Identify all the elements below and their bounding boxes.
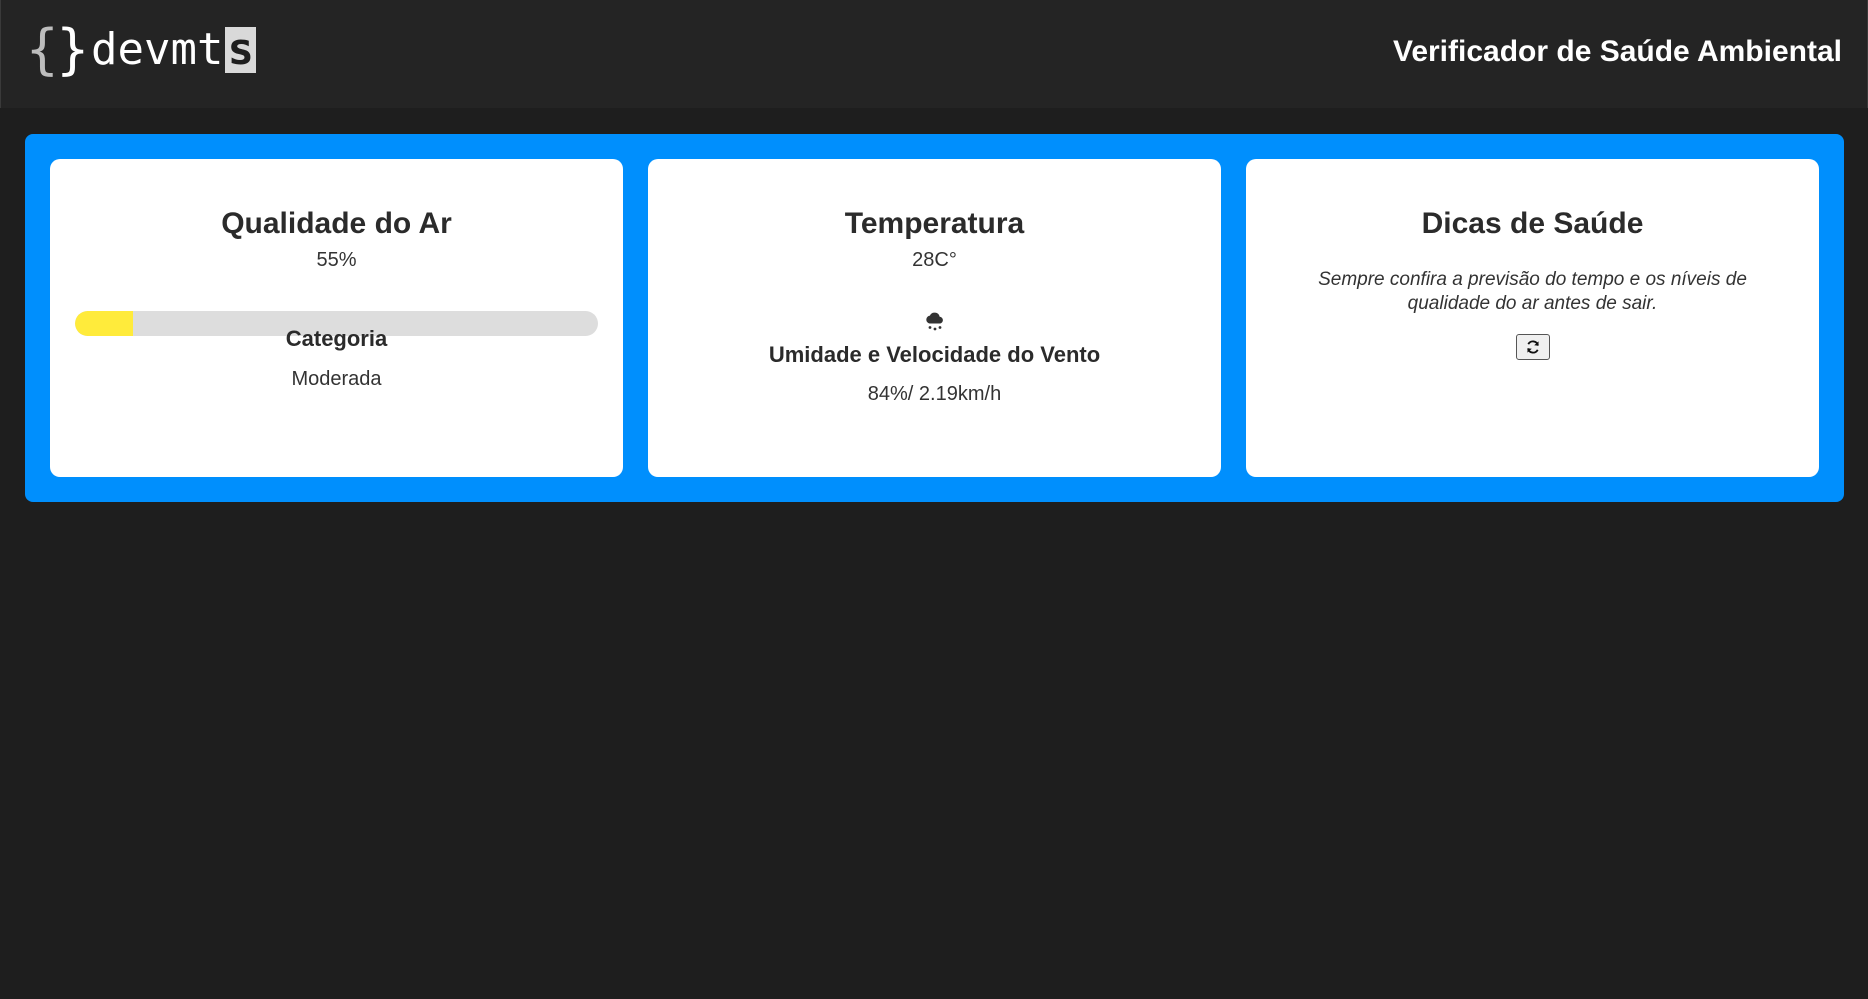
air-quality-card: Qualidade do Ar 55% Categoria Moderada (50, 159, 623, 477)
app-header: {} devmts Verificador de Saúde Ambiental (0, 0, 1868, 108)
logo-brace-close: } (56, 18, 89, 81)
health-tips-title: Dicas de Saúde (1421, 207, 1644, 240)
temperature-card: Temperatura 28C° Umidade e Velocidade do… (648, 159, 1221, 477)
refresh-icon (1527, 340, 1539, 354)
logo-text-main: devmt (91, 24, 224, 75)
humidity-wind-title: Umidade e Velocidade do Vento (768, 342, 1101, 367)
humidity-wind-value: 84%/ 2.19km/h (867, 383, 1002, 405)
logo-brace-open: { (26, 18, 58, 81)
dashboard-panel: Qualidade do Ar 55% Categoria Moderada T… (25, 134, 1844, 502)
logo-text: devmts (91, 20, 256, 80)
temperature-value: 28C° (912, 249, 957, 271)
air-quality-title: Qualidade do Ar (221, 207, 452, 240)
category-title: Categoria (285, 326, 388, 351)
air-quality-percent: 55% (316, 249, 357, 271)
devmts-logo[interactable]: {} devmts (26, 20, 256, 80)
page-title: Verificador de Saúde Ambiental (1392, 35, 1842, 68)
cloud-rain-icon (648, 309, 1221, 335)
category-value: Moderada (291, 368, 382, 390)
health-tips-card: Dicas de Saúde Sempre confira a previsão… (1246, 159, 1819, 477)
temperature-title: Temperatura (844, 207, 1025, 240)
logo-last-letter: s (225, 24, 256, 75)
refresh-tip-button[interactable] (1516, 334, 1550, 360)
health-tip-text: Sempre confira a previsão do tempo e os … (1318, 269, 1747, 314)
